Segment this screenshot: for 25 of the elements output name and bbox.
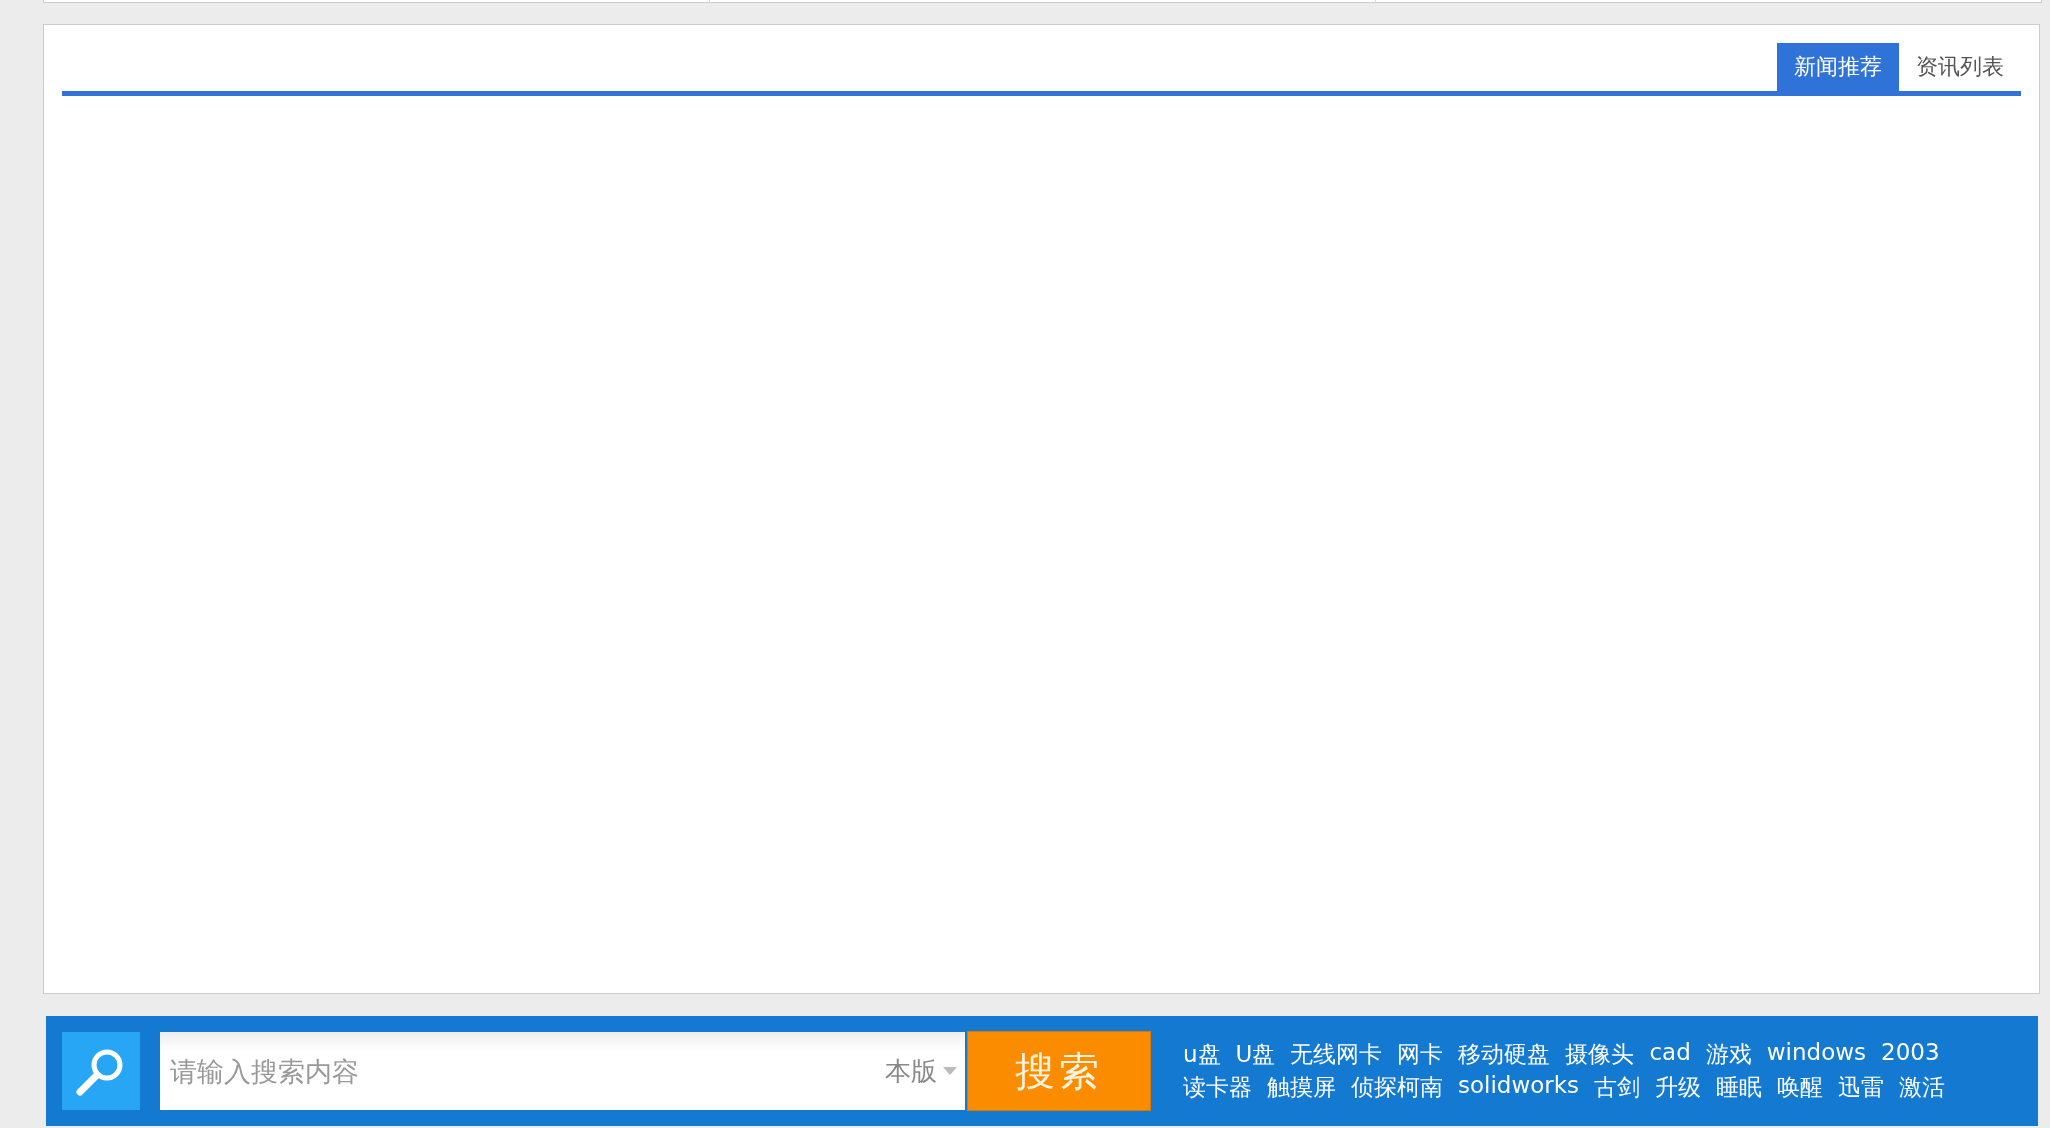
- keyword-link[interactable]: U盘: [1235, 1039, 1276, 1070]
- keyword-link[interactable]: 读卡器: [1183, 1072, 1252, 1103]
- keyword-link[interactable]: 2003: [1881, 1039, 1940, 1070]
- keyword-link[interactable]: 触摸屏: [1267, 1072, 1336, 1103]
- scope-dropdown[interactable]: 本版: [885, 1053, 957, 1089]
- keyword-link[interactable]: 升级: [1655, 1072, 1702, 1103]
- keyword-link[interactable]: 游戏: [1705, 1039, 1752, 1070]
- keyword-link[interactable]: u盘: [1183, 1039, 1221, 1070]
- keyword-link[interactable]: 摄像头: [1565, 1039, 1635, 1070]
- keyword-link[interactable]: windows: [1766, 1039, 1866, 1070]
- keyword-link[interactable]: solidworks: [1458, 1072, 1580, 1103]
- search-field[interactable]: 请输入搜索内容 本版: [160, 1032, 965, 1110]
- caret-icon: [943, 1067, 957, 1075]
- search-icon-tile[interactable]: [62, 1032, 140, 1110]
- news-tab[interactable]: 新闻推荐: [1777, 43, 1899, 91]
- keyword-link[interactable]: 激活: [1899, 1072, 1946, 1103]
- keyword-link[interactable]: 无线网卡: [1290, 1039, 1383, 1070]
- keyword-link[interactable]: 迅雷: [1838, 1072, 1885, 1103]
- keyword-link[interactable]: 侦探柯南: [1351, 1072, 1443, 1103]
- keyword-link[interactable]: 网卡: [1397, 1039, 1444, 1070]
- keyword-link[interactable]: cad: [1649, 1039, 1691, 1070]
- keyword-link[interactable]: 睡眠: [1716, 1072, 1763, 1103]
- keyword-link[interactable]: 唤醒: [1777, 1072, 1824, 1103]
- keyword-link[interactable]: 移动硬盘: [1458, 1039, 1551, 1070]
- keyword-link[interactable]: 古剑: [1594, 1072, 1641, 1103]
